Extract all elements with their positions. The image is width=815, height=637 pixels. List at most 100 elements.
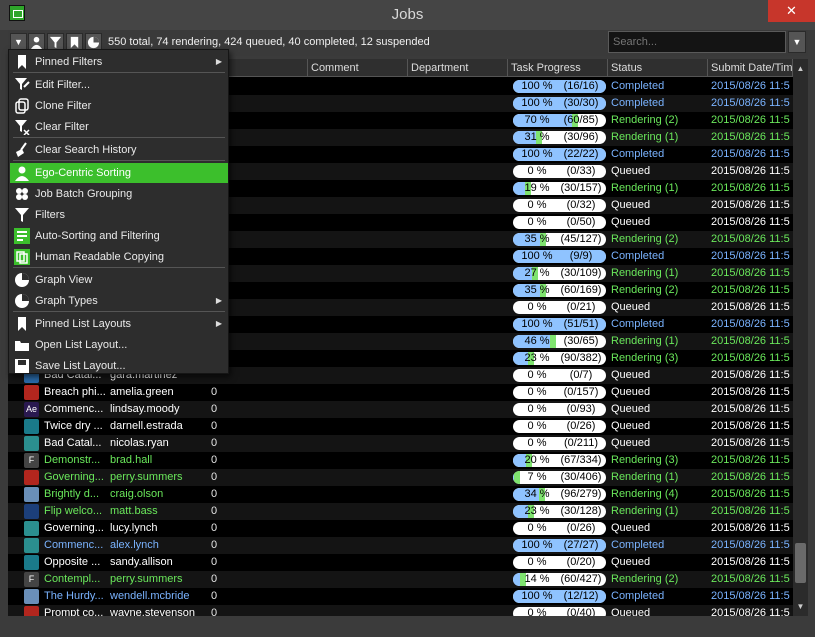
job-user: alex.lynch (110, 539, 159, 551)
menu-item-job-batch-grouping[interactable]: Job Batch Grouping (10, 184, 228, 204)
progress-count: (60/427) (560, 573, 602, 585)
progress-percent: 100 % (521, 250, 553, 262)
table-row[interactable]: F Contempl... perry.summers 0 14 % (60/427) Re… (8, 571, 793, 588)
column-submit-date[interactable]: Submit Date/Time (708, 59, 793, 77)
menu-item-human-readable-copying[interactable]: Human Readable Copying (10, 247, 228, 267)
progress-count: (9/9) (569, 250, 593, 262)
job-status: Rendering (2) (611, 233, 679, 245)
job-status: Completed (611, 539, 665, 551)
table-row[interactable]: Flip welco... matt.bass 0 23 % (30/128) Rende… (8, 503, 793, 520)
job-status: Rendering (1) (611, 182, 679, 194)
menu-item-ego-centric-sorting[interactable]: Ego-Centric Sorting (10, 163, 228, 183)
task-progress-bar: 0 % (0/26) (513, 420, 606, 433)
menu-item-label: Edit Filter... (35, 79, 91, 91)
job-status: Completed (611, 590, 665, 602)
table-row[interactable]: Prompt co... wayne.stevenson 0 0 % (0/40) Que… (8, 605, 793, 616)
submenu-arrow-icon: ▶ (215, 57, 222, 66)
filter-icon (49, 36, 62, 49)
menu-item-pinned-list-layouts[interactable]: Pinned List Layouts ▶ (10, 314, 228, 334)
job-status: Completed (611, 318, 665, 330)
job-status: Queued (611, 607, 651, 616)
status-bar (0, 620, 815, 637)
job-status: Rendering (1) (611, 505, 679, 517)
table-row[interactable]: Opposite ... sandy.allison 0 0 % (0/20) Queue… (8, 554, 793, 571)
table-row[interactable]: F Demonstr... brad.hall 0 20 % (67/334) Render… (8, 452, 793, 469)
menu-item-clear-filter[interactable]: Clear Filter (10, 117, 228, 137)
vertical-scrollbar[interactable]: ▲ ▼ (793, 59, 808, 616)
job-status: Queued (611, 522, 651, 534)
submit-date: 2015/08/26 11:5 (711, 522, 790, 534)
job-status: Queued (611, 386, 651, 398)
progress-count: (0/40) (566, 607, 596, 616)
copy-icon (14, 249, 30, 265)
user-icon (30, 36, 43, 49)
menu-item-clone-filter[interactable]: Clone Filter (10, 96, 228, 116)
job-status: Rendering (2) (611, 573, 679, 585)
job-name: The Hurdy... (44, 590, 104, 602)
progress-percent: 0 % (527, 301, 547, 313)
job-user: brad.hall (110, 454, 153, 466)
menu-item-label: Graph Types (35, 295, 98, 307)
task-progress-bar: 100 % (51/51) (513, 318, 606, 331)
table-row[interactable]: Governing... lucy.lynch 0 0 % (0/26) Queued 20… (8, 520, 793, 537)
menu-item-edit-filter[interactable]: Edit Filter... (10, 75, 228, 95)
job-status: Rendering (1) (611, 267, 679, 279)
table-row[interactable]: Brightly d... craig.olson 0 34 % (96/279) Ren… (8, 486, 793, 503)
scrollbar-thumb[interactable] (795, 543, 806, 583)
job-status: Queued (611, 420, 651, 432)
job-status: Rendering (1) (611, 335, 679, 347)
job-user: darnell.estrada (110, 420, 183, 432)
table-row[interactable]: Governing... perry.summers 0 7 % (30/406) Ren… (8, 469, 793, 486)
table-row[interactable]: Ae Commenc... lindsay.moody 0 0 % (0/93) Queue… (8, 401, 793, 418)
job-errors: 0 (211, 454, 218, 466)
progress-percent: 100 % (521, 318, 553, 330)
progress-count: (45/127) (560, 233, 602, 245)
menu-item-auto-sorting-and-filtering[interactable]: Auto-Sorting and Filtering (10, 226, 228, 246)
table-row[interactable]: Breach phi... amelia.green 0 0 % (0/157) Queu… (8, 384, 793, 401)
progress-count: (0/26) (566, 420, 596, 432)
menu-item-filters[interactable]: Filters (10, 205, 228, 225)
table-row[interactable]: Twice dry ... darnell.estrada 0 0 % (0/26) Qu… (8, 418, 793, 435)
job-user: sandy.allison (110, 556, 173, 568)
progress-percent: 46 % (524, 335, 550, 347)
job-status: Rendering (1) (611, 131, 679, 143)
submit-date: 2015/08/26 11:5 (711, 216, 790, 228)
progress-count: (16/16) (563, 80, 599, 92)
search-input[interactable] (608, 31, 786, 53)
job-errors: 0 (211, 386, 218, 398)
submenu-arrow-icon: ▶ (215, 296, 222, 305)
table-row[interactable]: Bad Catal... nicolas.ryan 0 0 % (0/211) Queue… (8, 435, 793, 452)
scroll-down-arrow[interactable]: ▼ (793, 599, 808, 614)
job-name: Brightly d... (44, 488, 100, 500)
progress-percent: 0 % (527, 403, 547, 415)
progress-percent: 0 % (527, 165, 547, 177)
menu-item-save-list-layout[interactable]: Save List Layout... (10, 356, 228, 376)
menu-item-graph-types[interactable]: Graph Types ▶ (10, 291, 228, 311)
search-history-dropdown[interactable]: ▼ (788, 31, 806, 53)
progress-percent: 0 % (527, 556, 547, 568)
column-task-progress[interactable]: Task Progress (508, 59, 608, 77)
submit-date: 2015/08/26 11:5 (711, 148, 790, 160)
close-button[interactable]: ✕ (768, 0, 815, 22)
submenu-arrow-icon: ▶ (215, 319, 222, 328)
table-row[interactable]: Commenc... alex.lynch 0 100 % (27/27) Complet… (8, 537, 793, 554)
column-comment[interactable]: Comment (308, 59, 408, 77)
menu-item-graph-view[interactable]: Graph View (10, 270, 228, 290)
job-status: Queued (611, 199, 651, 211)
task-progress-bar: 100 % (12/12) (513, 590, 606, 603)
job-name: Prompt co... (44, 607, 104, 616)
scroll-up-arrow[interactable]: ▲ (793, 61, 808, 76)
job-errors: 0 (211, 403, 218, 415)
menu-item-clear-search-history[interactable]: Clear Search History (10, 140, 228, 160)
submit-date: 2015/08/26 11:5 (711, 420, 790, 432)
column-department[interactable]: Department (408, 59, 508, 77)
table-row[interactable]: The Hurdy... wendell.mcbride 0 100 % (12/12)… (8, 588, 793, 605)
menu-item-open-list-layout[interactable]: Open List Layout... (10, 335, 228, 355)
column-status[interactable]: Status (608, 59, 708, 77)
task-progress-bar: 23 % (30/128) (513, 505, 606, 518)
group-icon (16, 188, 28, 200)
menu-item-pinned-filters[interactable]: Pinned Filters ▶ (10, 52, 228, 72)
job-user: lucy.lynch (110, 522, 158, 534)
submit-date: 2015/08/26 11:5 (711, 607, 790, 616)
menu-item-label: Clear Filter (35, 121, 89, 133)
